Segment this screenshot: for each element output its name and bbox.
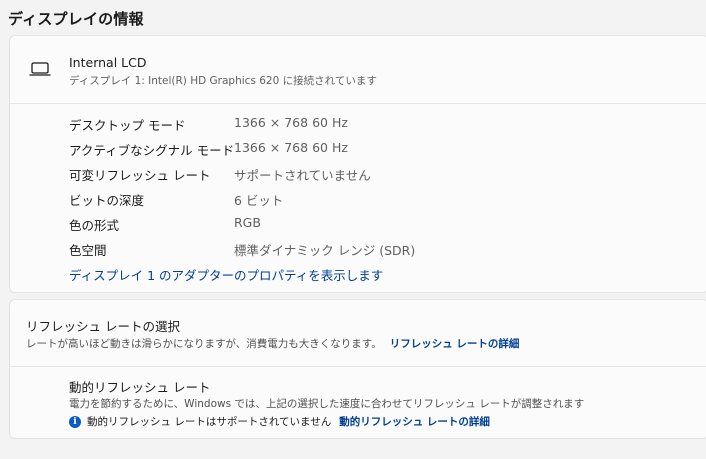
info-icon: i bbox=[69, 415, 81, 428]
property-value: 1366 × 768 60 Hz bbox=[234, 140, 348, 155]
property-value: 標準ダイナミック レンジ (SDR) bbox=[234, 243, 416, 258]
laptop-icon bbox=[29, 60, 51, 78]
property-label: ビットの深度 bbox=[69, 193, 145, 208]
display-name: Internal LCD bbox=[69, 55, 147, 70]
refresh-rate-description: レートが高いほど動きは滑らかになりますが、消費電力も大きくなります。 bbox=[26, 338, 382, 350]
property-label: 色空間 bbox=[69, 243, 107, 258]
adapter-properties-link[interactable]: ディスプレイ 1 のアダプターのプロパティを表示します bbox=[69, 265, 383, 284]
display-info-card: Internal LCD ディスプレイ 1: Intel(R) HD Graph… bbox=[9, 35, 706, 293]
display-subtitle: ディスプレイ 1: Intel(R) HD Graphics 620 に接続され… bbox=[69, 75, 377, 87]
page-title: ディスプレイの情報 bbox=[8, 10, 144, 28]
property-label: 可変リフレッシュ レート bbox=[69, 168, 211, 183]
refresh-rate-card: リフレッシュ レートの選択 レートが高いほど動きは滑らかになりますが、消費電力も… bbox=[9, 299, 706, 439]
property-value: 6 ビット bbox=[234, 193, 284, 208]
property-value: RGB bbox=[234, 215, 261, 230]
display-header: Internal LCD ディスプレイ 1: Intel(R) HD Graph… bbox=[10, 36, 706, 104]
dynamic-refresh-title: 動的リフレッシュ レート bbox=[69, 380, 211, 395]
property-value: 1366 × 768 60 Hz bbox=[234, 115, 348, 130]
dynamic-refresh-note: i 動的リフレッシュ レートはサポートされていません 動的リフレッシュ レートの… bbox=[69, 414, 490, 429]
dynamic-refresh-details-link[interactable]: 動的リフレッシュ レートの詳細 bbox=[339, 414, 490, 429]
dynamic-refresh-note-text: 動的リフレッシュ レートはサポートされていません bbox=[87, 416, 332, 428]
refresh-rate-description-line: レートが高いほど動きは滑らかになりますが、消費電力も大きくなります。 リフレッシュ… bbox=[26, 336, 519, 351]
refresh-rate-details-link[interactable]: リフレッシュ レートの詳細 bbox=[390, 338, 520, 350]
property-label: アクティブなシグナル モード bbox=[69, 143, 235, 158]
property-label: 色の形式 bbox=[69, 218, 120, 233]
property-label: デスクトップ モード bbox=[69, 118, 186, 133]
refresh-rate-select-section: リフレッシュ レートの選択 レートが高いほど動きは滑らかになりますが、消費電力も… bbox=[10, 300, 706, 367]
refresh-rate-title: リフレッシュ レートの選択 bbox=[26, 319, 180, 334]
property-value: サポートされていません bbox=[234, 168, 371, 183]
dynamic-refresh-description: 電力を節約するために、Windows では、上記の選択した速度に合わせてリフレッ… bbox=[69, 398, 585, 410]
